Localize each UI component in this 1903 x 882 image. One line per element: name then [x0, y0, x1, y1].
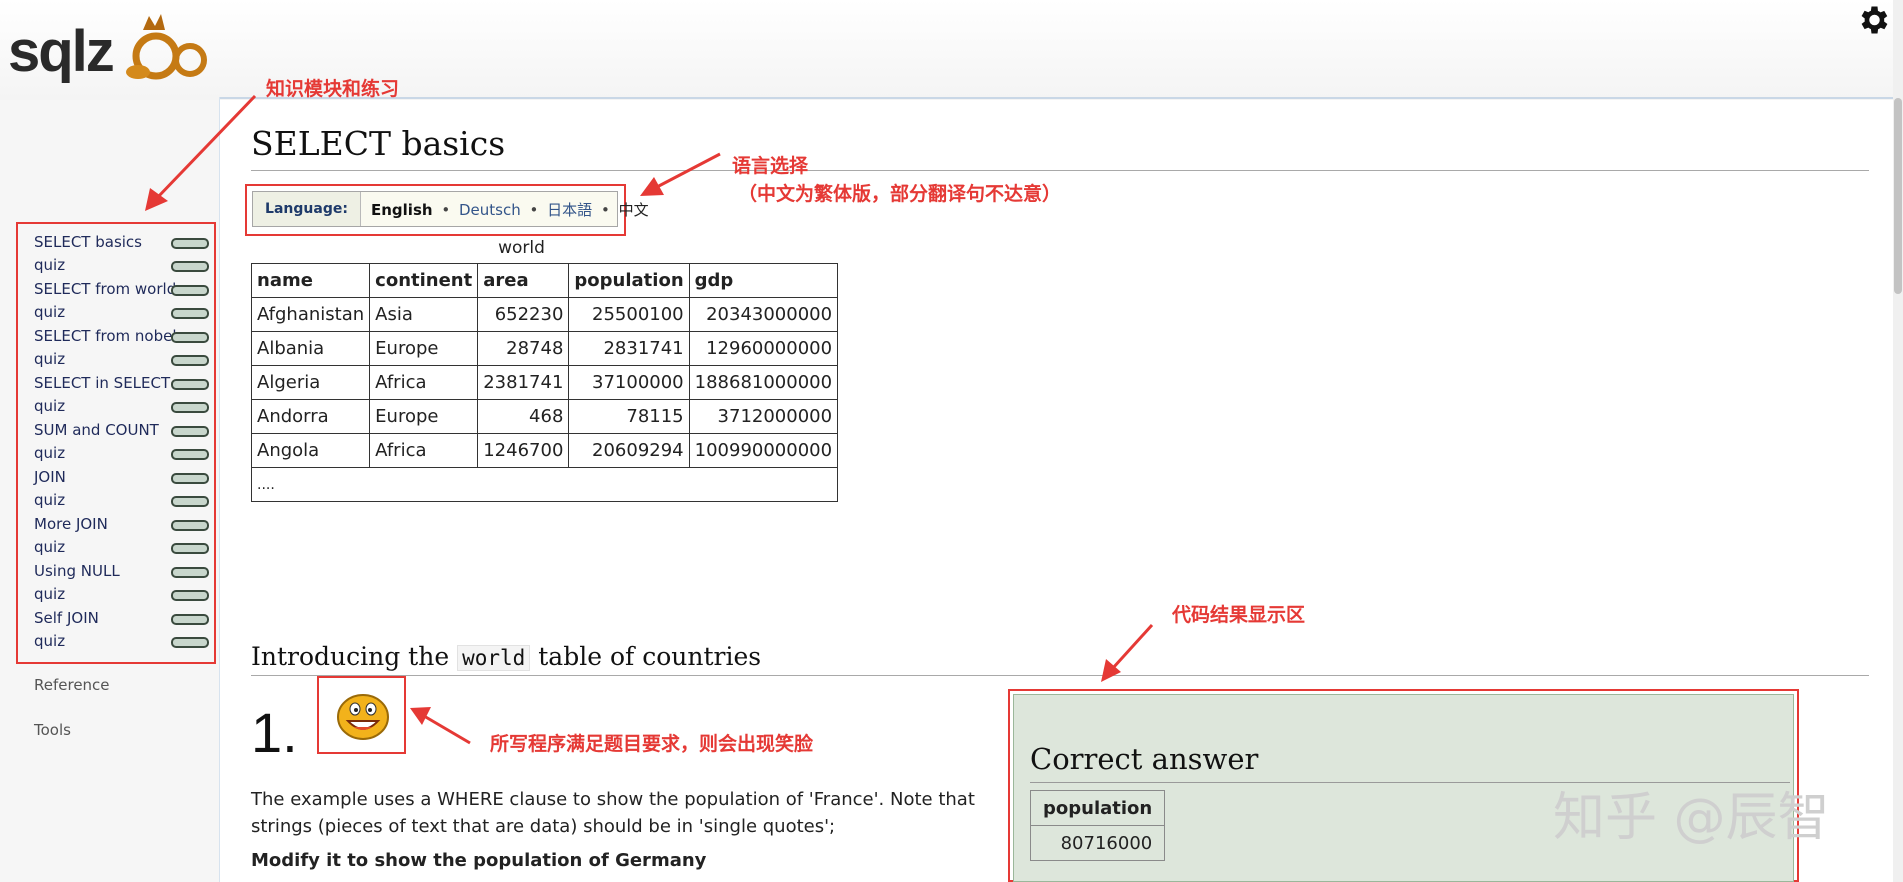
language-separator: •	[600, 201, 610, 219]
content-border-left	[219, 97, 220, 882]
cell-gdp: 188681000000	[688, 365, 839, 400]
cell-gdp: 3712000000	[688, 399, 839, 434]
nav-annotation-box	[16, 222, 216, 664]
question-task: Modify it to show the population of Germ…	[251, 850, 707, 871]
scrollbar-thumb[interactable]	[1894, 98, 1902, 294]
cell-area: 468	[477, 399, 570, 434]
cell-name: Albania	[250, 331, 371, 366]
table-row: Angola Africa 1246700 20609294 100990000…	[250, 433, 839, 468]
nav-item-tools[interactable]: Tools	[34, 721, 71, 739]
cell-area: 1246700	[477, 433, 570, 468]
cell-area: 28748	[477, 331, 570, 366]
cell-area: 2381741	[477, 365, 570, 400]
cell-population: 2831741	[568, 331, 690, 366]
annotation-result: 代码结果显示区	[1172, 604, 1306, 626]
world-table: name continent area population gdp Afgha…	[250, 263, 839, 502]
column-header-population: population	[568, 263, 690, 298]
answer-value: 80716000	[1029, 825, 1166, 861]
logo-mascot-icon	[126, 14, 207, 80]
cell-population: 25500100	[568, 297, 690, 332]
cell-name: Algeria	[250, 365, 371, 400]
table-row: Albania Europe 28748 2831741 12960000000	[250, 331, 839, 366]
watermark: 知乎 @辰智	[1553, 788, 1830, 848]
annotation-smiley: 所写程序满足题目要求，则会出现笑脸	[490, 733, 814, 755]
nav-item-reference[interactable]: Reference	[34, 676, 110, 694]
language-link-deutsch[interactable]: Deutsch	[459, 201, 521, 219]
table-caption: world	[498, 238, 545, 258]
cell-gdp: 100990000000	[688, 433, 839, 468]
cell-population: 20609294	[568, 433, 690, 468]
question-description: The example uses a WHERE clause to show …	[251, 789, 975, 837]
table-row-ellipsis: ....	[250, 467, 839, 502]
cell-gdp: 20343000000	[688, 297, 839, 332]
table-row: Algeria Africa 2381741 37100000 18868100…	[250, 365, 839, 400]
annotation-nav: 知识模块和练习	[266, 78, 400, 100]
language-link-japanese[interactable]: 日本語	[547, 201, 592, 219]
answer-table: population 80716000	[1029, 790, 1166, 861]
section-heading: Introducing the world table of countries	[251, 642, 761, 671]
cell-continent: Africa	[369, 365, 479, 400]
answer-row: 80716000	[1029, 825, 1166, 861]
table-ellipsis: ....	[250, 467, 839, 502]
cell-population: 37100000	[568, 365, 690, 400]
cell-continent: Europe	[369, 331, 479, 366]
language-current: English	[371, 201, 433, 219]
column-header-area: area	[477, 263, 570, 298]
cell-continent: Europe	[369, 399, 479, 434]
title-divider	[251, 170, 1869, 171]
language-separator: •	[529, 201, 539, 219]
column-header-continent: continent	[369, 263, 479, 298]
cell-name: Angola	[250, 433, 371, 468]
annotation-language-2: （中文为繁体版，部分翻译句不达意）	[738, 183, 1062, 205]
answer-header-row: population	[1029, 790, 1166, 826]
language-selector: Language: English • Deutsch • 日本語 • 中文	[252, 191, 649, 227]
table-header-row: name continent area population gdp	[250, 263, 839, 298]
section-heading-text: Introducing the	[251, 642, 450, 671]
answer-title: Correct answer	[1030, 742, 1259, 776]
cell-gdp: 12960000000	[688, 331, 839, 366]
gear-icon[interactable]	[1855, 2, 1891, 38]
table-row: Andorra Europe 468 78115 3712000000	[250, 399, 839, 434]
page-scrollbar[interactable]	[1893, 0, 1903, 882]
sqlzoo-logo[interactable]: sqlz	[8, 8, 213, 88]
section-heading-code: world	[457, 645, 531, 671]
language-separator: •	[441, 201, 451, 219]
language-options: English • Deutsch • 日本語 • 中文	[371, 199, 649, 220]
cell-area: 652230	[477, 297, 570, 332]
cell-population: 78115	[568, 399, 690, 434]
table-row: Afghanistan Asia 652230 25500100 2034300…	[250, 297, 839, 332]
cell-continent: Africa	[369, 433, 479, 468]
column-header-gdp: gdp	[688, 263, 839, 298]
content-border-top	[219, 97, 1903, 99]
language-link-chinese[interactable]: 中文	[619, 201, 649, 219]
section-divider	[251, 675, 1869, 676]
annotation-language-1: 语言选择	[732, 155, 809, 177]
page-title: SELECT basics	[251, 124, 506, 163]
section-heading-text: table of countries	[538, 642, 762, 671]
cell-continent: Asia	[369, 297, 479, 332]
cell-name: Afghanistan	[250, 297, 371, 332]
cell-name: Andorra	[250, 399, 371, 434]
language-label: Language:	[253, 192, 361, 226]
question-number: 1.	[251, 701, 298, 764]
answer-column-header: population	[1029, 790, 1166, 826]
column-header-name: name	[250, 263, 371, 298]
smiley-icon	[337, 694, 389, 740]
